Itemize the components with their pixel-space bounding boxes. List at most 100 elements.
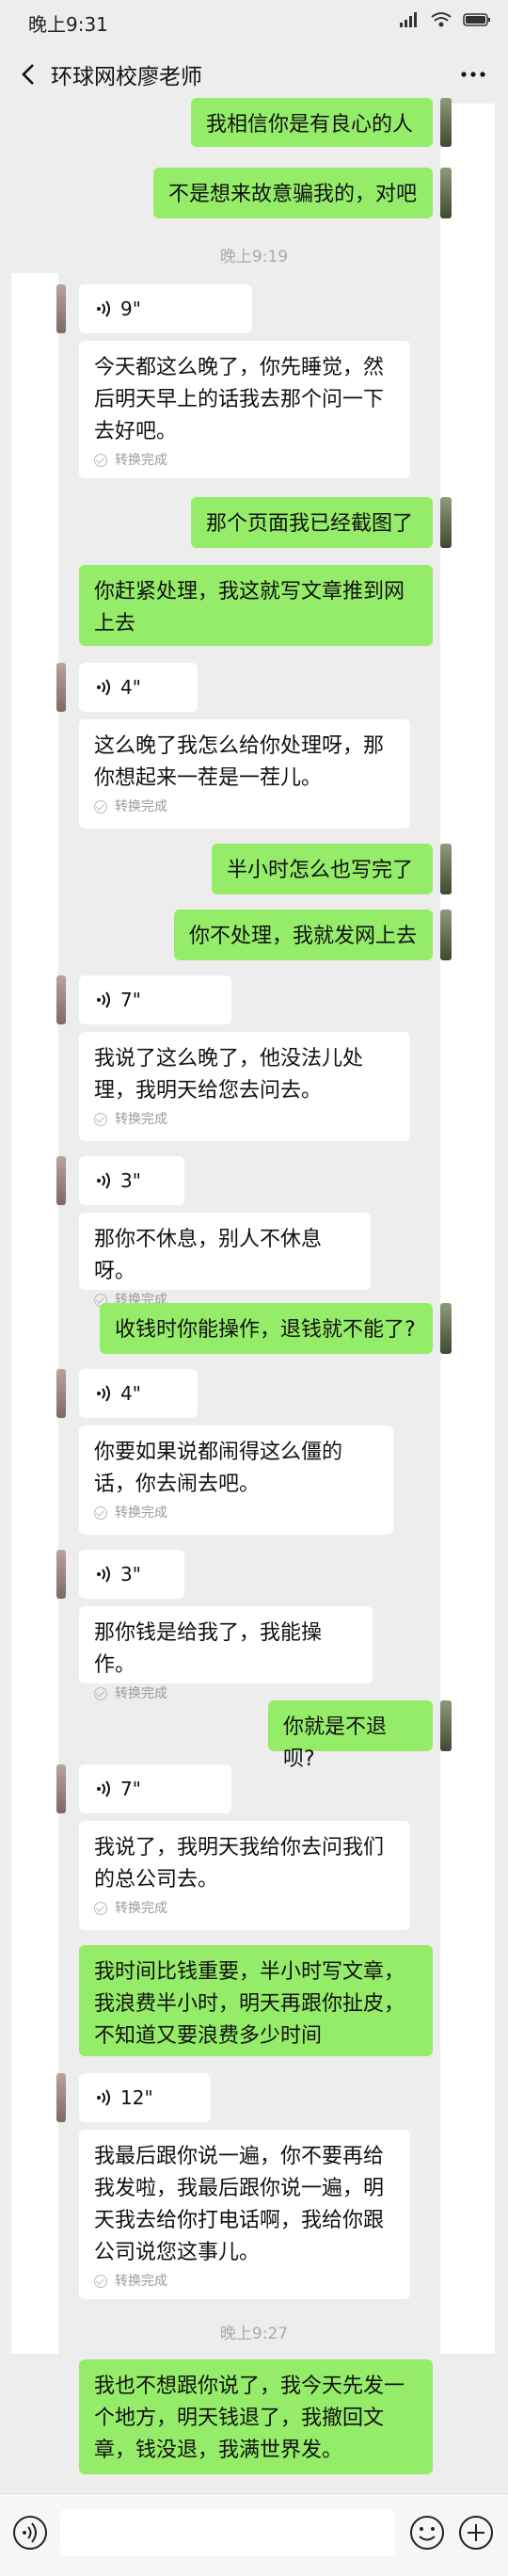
outgoing-message[interactable]: 我相信你是有良心的人 xyxy=(191,98,433,147)
voice-wave-icon xyxy=(97,300,110,317)
message-text: 那个页面我已经截图了 xyxy=(206,512,414,536)
transcribe-status: 转换完成 xyxy=(94,1111,395,1128)
message-text: 我也不想跟你说了，我今天先发一个地方，明天钱退了，我撤回文章，钱没退，我满世界发… xyxy=(94,2375,405,2462)
status-bar: 晚上9:31 xyxy=(0,0,508,45)
right-margin-strip xyxy=(440,104,495,2354)
voice-message[interactable]: 4" xyxy=(79,1369,198,1418)
voice-transcription[interactable]: 那你不休息，别人不休息呀。 转换完成 xyxy=(79,1213,371,1308)
my-avatar[interactable] xyxy=(440,844,452,894)
outgoing-message[interactable]: 那个页面我已经截图了 xyxy=(191,497,433,548)
signal-icon xyxy=(400,12,417,27)
transcribe-status: 转换完成 xyxy=(94,452,395,469)
my-avatar[interactable] xyxy=(440,98,452,147)
check-circle-icon xyxy=(94,1506,107,1520)
plus-icon[interactable] xyxy=(457,2514,495,2552)
contact-avatar[interactable] xyxy=(56,1369,66,1418)
transcribe-status: 转换完成 xyxy=(94,1900,395,1917)
my-avatar[interactable] xyxy=(440,497,452,548)
voice-wave-icon xyxy=(97,1780,110,1797)
my-avatar[interactable] xyxy=(440,910,452,960)
voice-duration: 3" xyxy=(120,1169,141,1192)
status-icons xyxy=(399,11,491,28)
outgoing-message[interactable]: 不是想来故意骗我的，对吧 xyxy=(153,168,433,218)
voice-message[interactable]: 7" xyxy=(79,975,231,1024)
transcription-text: 你要如果说都闹得这么僵的话，你去闹去吧。 xyxy=(94,1441,343,1496)
voice-wave-icon xyxy=(97,1385,110,1402)
more-options-icon[interactable] xyxy=(459,60,487,89)
check-circle-icon xyxy=(94,2275,107,2288)
transcription-text: 我说了这么晚了，他没法儿处理，我明天给您去问去。 xyxy=(94,1047,364,1103)
transcription-text: 那你不休息，别人不休息呀。 xyxy=(94,1228,323,1283)
voice-duration: 4" xyxy=(120,676,141,699)
message-text: 不是想来故意骗我的，对吧 xyxy=(168,183,418,206)
contact-avatar[interactable] xyxy=(56,1550,66,1599)
chat-title: 环球网校廖老师 xyxy=(51,65,202,89)
outgoing-message[interactable]: 你不处理，我就发网上去 xyxy=(174,910,433,960)
voice-wave-icon xyxy=(97,1172,110,1189)
voice-wave-icon xyxy=(97,679,110,696)
emoji-icon[interactable] xyxy=(408,2514,446,2552)
voice-wave-icon xyxy=(97,2089,110,2106)
back-arrow-icon[interactable] xyxy=(15,60,43,89)
voice-message[interactable]: 7" xyxy=(79,1764,231,1813)
voice-message[interactable]: 12" xyxy=(79,2073,211,2122)
message-input[interactable] xyxy=(60,2509,395,2556)
transcribe-status: 转换完成 xyxy=(94,1505,378,1521)
voice-transcription[interactable]: 我说了，我明天我给你去问我们的总公司去。 转换完成 xyxy=(79,1821,410,1930)
my-avatar[interactable] xyxy=(440,168,452,218)
message-text: 你就是不退呗? xyxy=(283,1715,388,1771)
voice-message[interactable]: 3" xyxy=(79,1156,184,1205)
transcribe-status: 转换完成 xyxy=(94,798,395,815)
voice-transcription[interactable]: 我说了这么晚了，他没法儿处理，我明天给您去问去。 转换完成 xyxy=(79,1032,410,1141)
voice-duration: 3" xyxy=(120,1563,141,1586)
contact-avatar[interactable] xyxy=(56,975,66,1024)
check-circle-icon xyxy=(94,1113,107,1126)
contact-avatar[interactable] xyxy=(56,2073,66,2122)
message-text: 我时间比钱重要，半小时写文章，我浪费半小时，明天再跟你扯皮，不知道又要浪费多少时… xyxy=(94,1960,405,2048)
voice-wave-icon xyxy=(97,991,110,1008)
my-avatar[interactable] xyxy=(440,1303,452,1354)
contact-avatar[interactable] xyxy=(56,663,66,712)
voice-transcription[interactable]: 今天都这么晚了，你先睡觉，然后明天早上的话我去那个问一下去好吧。 转换完成 xyxy=(79,341,410,478)
outgoing-message[interactable]: 收钱时你能操作，退钱就不能了? xyxy=(100,1303,433,1354)
voice-duration: 12" xyxy=(120,2086,153,2109)
outgoing-message[interactable]: 你就是不退呗? xyxy=(268,1700,433,1771)
check-circle-icon xyxy=(94,1687,107,1700)
outgoing-message[interactable]: 半小时怎么也写完了 xyxy=(212,844,433,894)
transcribe-status-label: 转换完成 xyxy=(115,1505,167,1521)
voice-duration: 7" xyxy=(120,1778,141,1800)
voice-wave-icon xyxy=(97,1566,110,1583)
wifi-icon xyxy=(431,12,452,27)
message-text: 半小时怎么也写完了 xyxy=(227,859,414,882)
message-text: 你赶紧处理，我这就写文章推到网上去 xyxy=(94,580,405,636)
contact-avatar[interactable] xyxy=(56,284,66,333)
check-circle-icon xyxy=(94,454,107,467)
check-circle-icon xyxy=(94,800,107,813)
message-text: 收钱时你能操作，退钱就不能了? xyxy=(115,1318,416,1342)
contact-avatar[interactable] xyxy=(56,1156,66,1205)
transcribe-status: 转换完成 xyxy=(94,2273,395,2290)
transcribe-status-label: 转换完成 xyxy=(115,2274,167,2289)
voice-transcription[interactable]: 我最后跟你说一遍，你不要再给我发啦，我最后跟你说一遍，明天我去给你打电话啊，我给… xyxy=(79,2130,410,2299)
voice-message[interactable]: 4" xyxy=(79,663,198,712)
voice-transcription[interactable]: 你要如果说都闹得这么僵的话，你去闹去吧。 转换完成 xyxy=(79,1425,393,1535)
status-time: 晚上9:31 xyxy=(28,13,108,36)
transcription-text: 我说了，我明天我给你去问我们的总公司去。 xyxy=(94,1836,385,1892)
outgoing-message[interactable]: 我时间比钱重要，半小时写文章，我浪费半小时，明天再跟你扯皮，不知道又要浪费多少时… xyxy=(79,1945,433,2056)
contact-avatar[interactable] xyxy=(56,1764,66,1813)
voice-transcription[interactable]: 那你钱是给我了，我能操作。 转换完成 xyxy=(79,1606,373,1701)
timestamp: 晚上9:19 xyxy=(219,248,289,266)
voice-duration: 7" xyxy=(120,989,141,1011)
voice-message[interactable]: 3" xyxy=(79,1550,184,1599)
left-margin-strip xyxy=(11,273,58,2354)
battery-icon xyxy=(463,13,490,26)
outgoing-message[interactable]: 你赶紧处理，我这就写文章推到网上去 xyxy=(79,565,433,646)
voice-input-icon[interactable] xyxy=(11,2514,49,2552)
my-avatar[interactable] xyxy=(440,1700,452,1751)
voice-transcription[interactable]: 这么晚了我怎么给你处理呀，那你想起来一茬是一茬儿。 转换完成 xyxy=(79,719,410,829)
message-text: 你不处理，我就发网上去 xyxy=(189,925,418,948)
voice-message[interactable]: 9" xyxy=(79,284,252,333)
outgoing-message[interactable]: 我也不想跟你说了，我今天先发一个地方，明天钱退了，我撤回文章，钱没退，我满世界发… xyxy=(79,2359,433,2474)
voice-duration: 4" xyxy=(120,1382,141,1405)
transcribe-status-label: 转换完成 xyxy=(115,1112,167,1127)
